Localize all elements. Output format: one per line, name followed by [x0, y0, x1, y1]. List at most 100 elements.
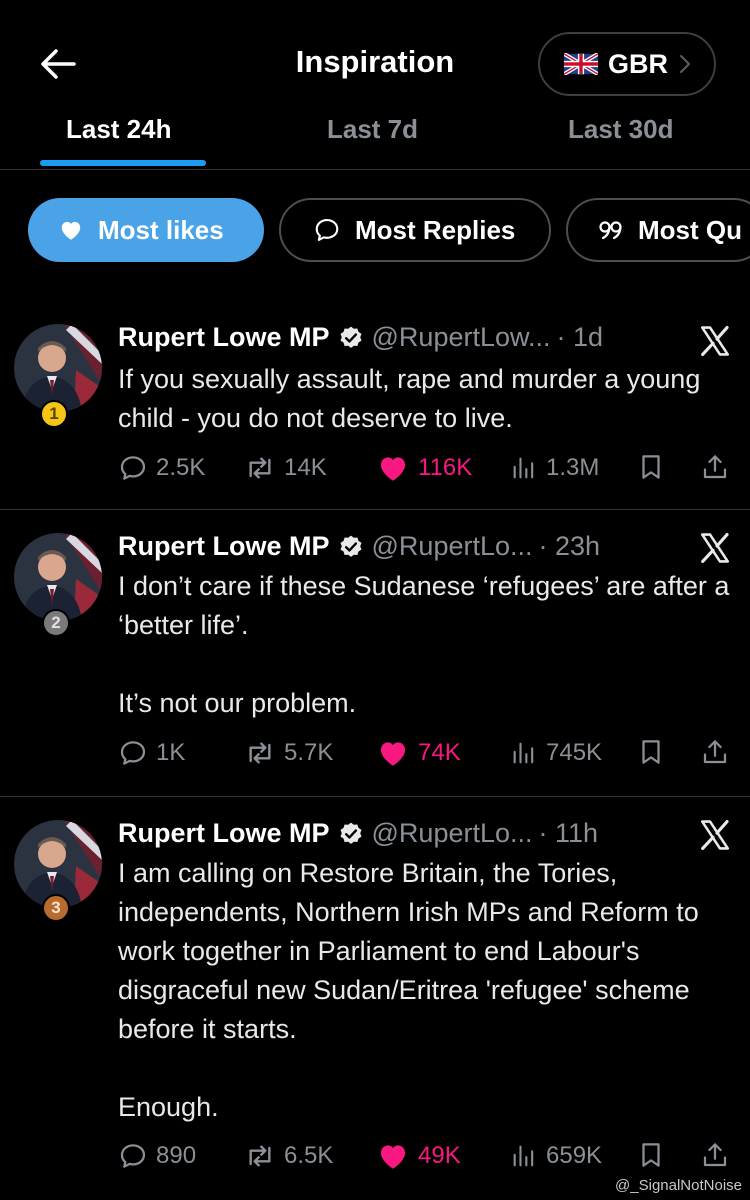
tab-last-30d[interactable]: Last 30d — [568, 114, 674, 145]
views-icon — [510, 454, 538, 482]
bookmark-icon[interactable] — [636, 737, 666, 767]
reply-icon — [118, 453, 148, 483]
share-icon[interactable] — [700, 737, 730, 767]
rank-badge: 1 — [40, 400, 68, 428]
tweet-1[interactable]: 1 Rupert Lowe MP @RupertLow... · 1d If y… — [0, 306, 750, 510]
filter-most-replies[interactable]: Most Replies — [279, 198, 551, 262]
like-count: 74K — [418, 739, 461, 766]
reply-icon — [118, 1141, 148, 1171]
repost-button[interactable]: 5.7K — [244, 735, 333, 771]
tweet-paragraph: I am calling on Restore Britain, the Tor… — [118, 858, 699, 1044]
filter-most-likes[interactable]: Most likes — [28, 198, 264, 262]
verified-badge-icon — [338, 821, 364, 847]
reply-button[interactable]: 890 — [118, 1138, 196, 1174]
heart-icon — [376, 736, 410, 770]
country-label: GBR — [608, 48, 668, 79]
author-handle[interactable]: @RupertLo... — [372, 818, 533, 849]
like-button[interactable]: 74K — [376, 735, 461, 771]
like-button[interactable]: 49K — [376, 1138, 461, 1174]
filter-label: Most Replies — [355, 214, 516, 245]
profile-photo — [14, 533, 102, 621]
speech-bubble-icon — [313, 216, 341, 244]
verified-badge-icon — [338, 534, 364, 560]
tweet-header: Rupert Lowe MP @RupertLo... · 11h — [118, 818, 598, 849]
quote-icon — [599, 221, 622, 240]
bookmark-icon[interactable] — [636, 1140, 666, 1170]
chevron-right-icon — [680, 55, 690, 73]
filter-most-quotes[interactable]: Most Qu — [566, 198, 750, 262]
tweet-header: Rupert Lowe MP @RupertLo... · 23h — [118, 531, 600, 562]
x-logo-icon[interactable] — [698, 531, 732, 565]
tweet-paragraph: Enough. — [118, 1092, 219, 1122]
x-logo-icon[interactable] — [698, 818, 732, 852]
tweet-actions: 890 6.5K 49K 659K — [118, 1138, 738, 1174]
reply-count: 890 — [156, 1142, 197, 1169]
share-icon[interactable] — [700, 452, 730, 482]
verified-badge-icon — [338, 325, 364, 351]
repost-icon — [244, 1140, 276, 1172]
rank-badge: 3 — [42, 894, 70, 922]
views-button[interactable]: 1.3M — [510, 450, 599, 486]
tweet-header: Rupert Lowe MP @RupertLow... · 1d — [118, 322, 603, 353]
tweet-paragraph: If you sexually assault, rape and murder… — [118, 364, 701, 433]
like-count: 116K — [418, 454, 473, 481]
reply-button[interactable]: 2.5K — [118, 450, 205, 486]
heart-icon — [376, 451, 410, 485]
author-handle[interactable]: @RupertLow... — [372, 322, 551, 353]
sort-filters: Most likes Most Replies Most Qu — [0, 198, 750, 264]
reply-count: 1K — [156, 739, 186, 766]
tweet-actions: 2.5K 14K 116K 1.3M — [118, 450, 738, 486]
tweet-text: If you sexually assault, rape and murder… — [118, 360, 738, 438]
bookmark-icon[interactable] — [636, 452, 666, 482]
tweet-3[interactable]: 3 Rupert Lowe MP @RupertLo... · 11h I am… — [0, 798, 750, 1200]
tweet-paragraph: It’s not our problem. — [118, 688, 357, 718]
view-count: 659K — [546, 1142, 603, 1169]
view-count: 1.3M — [546, 454, 600, 481]
tweet-text: I don’t care if these Sudanese ‘refugees… — [118, 567, 738, 723]
author-name[interactable]: Rupert Lowe MP — [118, 818, 330, 849]
avatar[interactable] — [14, 324, 102, 412]
filter-label: Most likes — [98, 214, 224, 245]
reply-count: 2.5K — [156, 454, 206, 481]
views-button[interactable]: 745K — [510, 735, 602, 771]
tweet-time: · 11h — [538, 818, 599, 848]
share-icon[interactable] — [700, 1140, 730, 1170]
rank-badge: 2 — [42, 609, 70, 637]
view-count: 745K — [546, 739, 603, 766]
active-tab-indicator — [40, 160, 206, 166]
like-button[interactable]: 116K — [376, 450, 472, 486]
uk-flag-icon — [564, 53, 598, 75]
reply-icon — [118, 738, 148, 768]
tweet-paragraph: I don’t care if these Sudanese ‘refugees… — [118, 571, 730, 640]
tweet-time: · 23h — [538, 531, 601, 561]
repost-count: 14K — [284, 454, 327, 481]
filter-label: Most Qu — [638, 214, 742, 245]
x-logo-icon[interactable] — [698, 324, 732, 358]
heart-icon — [58, 217, 84, 243]
author-name[interactable]: Rupert Lowe MP — [118, 531, 330, 562]
top-bar: Inspiration GBR — [0, 0, 750, 100]
views-icon — [510, 739, 538, 767]
tweet-2[interactable]: 2 Rupert Lowe MP @RupertLo... · 23h I do… — [0, 511, 750, 797]
watermark: @_SignalNotNoise — [615, 1177, 742, 1194]
tweet-actions: 1K 5.7K 74K 745K — [118, 735, 738, 771]
country-selector-button[interactable]: GBR — [538, 32, 716, 96]
repost-count: 6.5K — [284, 1142, 334, 1169]
avatar[interactable] — [14, 533, 102, 621]
time-range-tabs: Last 24h Last 7d Last 30d — [0, 100, 750, 170]
heart-icon — [376, 1139, 410, 1173]
tweet-time: · 1d — [556, 322, 604, 352]
tab-last-7d[interactable]: Last 7d — [327, 114, 418, 145]
reply-button[interactable]: 1K — [118, 735, 185, 771]
author-name[interactable]: Rupert Lowe MP — [118, 322, 330, 353]
views-icon — [510, 1142, 538, 1170]
repost-icon — [244, 452, 276, 484]
views-button[interactable]: 659K — [510, 1138, 602, 1174]
tab-last-24h[interactable]: Last 24h — [66, 114, 172, 145]
repost-button[interactable]: 14K — [244, 450, 327, 486]
repost-button[interactable]: 6.5K — [244, 1138, 333, 1174]
author-handle[interactable]: @RupertLo... — [372, 531, 533, 562]
profile-photo — [14, 324, 102, 412]
repost-count: 5.7K — [284, 739, 334, 766]
repost-icon — [244, 737, 276, 769]
